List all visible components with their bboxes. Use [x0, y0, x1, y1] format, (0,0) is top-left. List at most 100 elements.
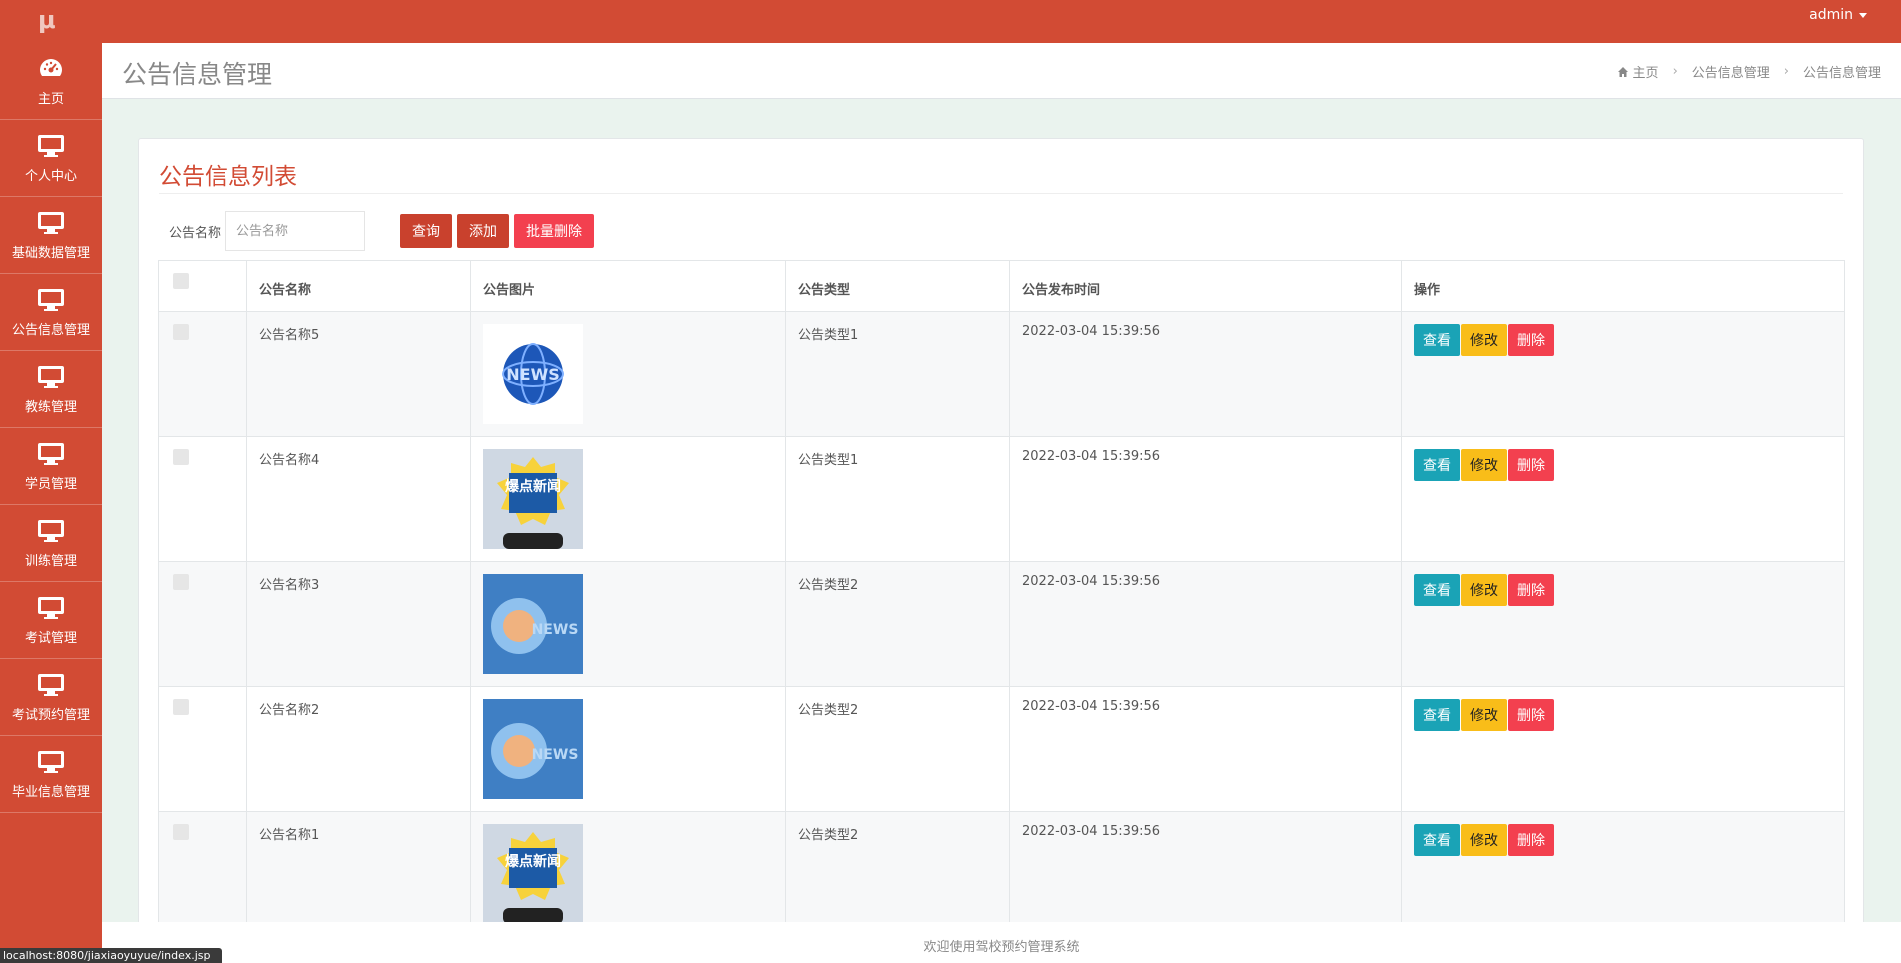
query-button[interactable]: 查询 — [400, 214, 453, 248]
sidebar-item-label: 考试预约管理 — [11, 707, 90, 723]
user-menu[interactable]: admin — [1809, 7, 1867, 23]
delete-button[interactable]: 删除 — [1508, 824, 1554, 856]
chevron-right-icon: › — [1783, 64, 1789, 79]
column-header: 公告图片 — [470, 260, 786, 312]
table-row: 公告名称2 NEWS 公告类型2 2022-03-04 15:39:56 查看 … — [158, 686, 1845, 812]
time-cell: 2022-03-04 15:39:56 — [1009, 561, 1402, 687]
sidebar-item-graduation[interactable]: 毕业信息管理 — [0, 736, 102, 813]
table-header-row: 公告名称 公告图片 公告类型 公告发布时间 操作 — [158, 260, 1845, 312]
sidebar-item-exam-booking[interactable]: 考试预约管理 — [0, 659, 102, 736]
add-button[interactable]: 添加 — [457, 214, 510, 248]
search-input[interactable] — [225, 211, 366, 251]
edit-button[interactable]: 修改 — [1461, 449, 1507, 481]
row-checkbox[interactable] — [173, 824, 189, 840]
announcement-table: 公告名称 公告图片 公告类型 公告发布时间 操作 公告名称5 NEWS 公告类型… — [158, 260, 1845, 937]
monitor-icon — [38, 519, 64, 542]
sidebar-item-label: 考试管理 — [24, 630, 77, 646]
image-text: NEWS — [532, 622, 579, 638]
chevron-right-icon: › — [1672, 64, 1678, 79]
select-cell — [158, 561, 247, 687]
search-bar: 公告名称 查询 添加 批量删除 — [169, 211, 595, 251]
sidebar-item-label: 基础数据管理 — [11, 245, 90, 261]
view-button[interactable]: 查看 — [1414, 574, 1460, 606]
monitor-icon — [38, 442, 64, 465]
sidebar-item-profile[interactable]: 个人中心 — [0, 120, 102, 197]
edit-button[interactable]: 修改 — [1461, 324, 1507, 356]
sidebar-item-label: 公告信息管理 — [11, 322, 90, 338]
edit-button[interactable]: 修改 — [1461, 824, 1507, 856]
monitor-icon — [38, 673, 64, 696]
image-text: 爆点新闻 — [505, 853, 561, 870]
select-cell — [158, 311, 247, 437]
caret-down-icon — [1859, 12, 1867, 18]
table-row: 公告名称3 NEWS 公告类型2 2022-03-04 15:39:56 查看 … — [158, 561, 1845, 687]
time-cell: 2022-03-04 15:39:56 — [1009, 686, 1402, 812]
time-cell: 2022-03-04 15:39:56 — [1009, 811, 1402, 937]
edit-button[interactable]: 修改 — [1461, 574, 1507, 606]
image-cell: NEWS — [470, 311, 786, 437]
view-button[interactable]: 查看 — [1414, 324, 1460, 356]
bulk-delete-button[interactable]: 批量删除 — [514, 214, 595, 248]
name-cell: 公告名称2 — [246, 686, 471, 812]
ops-cell: 查看 修改 删除 — [1401, 811, 1845, 937]
monitor-icon — [38, 134, 64, 157]
view-button[interactable]: 查看 — [1414, 824, 1460, 856]
image-text: 爆点新闻 — [505, 478, 561, 495]
divider — [159, 193, 1843, 194]
news-blue-image: NEWS — [483, 574, 583, 674]
breadcrumb-item[interactable]: 公告信息管理 — [1692, 62, 1770, 81]
sidebar-item-training[interactable]: 训练管理 — [0, 505, 102, 582]
sidebar-item-label: 教练管理 — [24, 399, 77, 415]
sidebar-item-label: 学员管理 — [24, 476, 77, 492]
search-label: 公告名称 — [169, 225, 222, 241]
ops-cell: 查看 修改 删除 — [1401, 686, 1845, 812]
select-all-checkbox[interactable] — [173, 273, 189, 289]
type-cell: 公告类型2 — [785, 811, 1010, 937]
select-cell — [158, 811, 247, 937]
image-cell: NEWS — [470, 686, 786, 812]
delete-button[interactable]: 删除 — [1508, 449, 1554, 481]
time-cell: 2022-03-04 15:39:56 — [1009, 311, 1402, 437]
sidebar-item-home[interactable]: 主页 — [0, 43, 102, 120]
image-cell: NEWS — [470, 561, 786, 687]
image-cell: 爆点新闻 — [470, 811, 786, 937]
edit-button[interactable]: 修改 — [1461, 699, 1507, 731]
type-cell: 公告类型2 — [785, 561, 1010, 687]
view-button[interactable]: 查看 — [1414, 699, 1460, 731]
type-cell: 公告类型1 — [785, 311, 1010, 437]
table-row: 公告名称4 爆点新闻 公告类型1 2022-03-04 15:39:56 查看 … — [158, 436, 1845, 562]
row-checkbox[interactable] — [173, 574, 189, 590]
logo: μ — [38, 6, 56, 34]
ops-cell: 查看 修改 删除 — [1401, 311, 1845, 437]
monitor-icon — [38, 365, 64, 388]
breadcrumb-current: 公告信息管理 — [1802, 66, 1881, 81]
dashboard-icon — [40, 58, 62, 76]
sidebar-item-label: 个人中心 — [24, 168, 77, 184]
row-checkbox[interactable] — [173, 324, 189, 340]
column-header: 公告类型 — [785, 260, 1010, 312]
monitor-icon — [38, 750, 64, 773]
monitor-icon — [38, 288, 64, 311]
delete-button[interactable]: 删除 — [1508, 699, 1554, 731]
view-button[interactable]: 查看 — [1414, 449, 1460, 481]
delete-button[interactable]: 删除 — [1508, 574, 1554, 606]
row-checkbox[interactable] — [173, 449, 189, 465]
sidebar-item-label: 训练管理 — [24, 553, 77, 569]
sidebar-item-coaches[interactable]: 教练管理 — [0, 351, 102, 428]
name-cell: 公告名称5 — [246, 311, 471, 437]
status-bar-url: localhost:8080/jiaxiaoyuyue/index.jsp — [0, 948, 222, 963]
header-select-cell — [158, 260, 247, 312]
sidebar-item-exams[interactable]: 考试管理 — [0, 582, 102, 659]
select-cell — [158, 436, 247, 562]
breadcrumb: 主页 › 公告信息管理 › 公告信息管理 — [1617, 62, 1881, 81]
sidebar-item-announcements[interactable]: 公告信息管理 — [0, 274, 102, 351]
column-header: 公告发布时间 — [1009, 260, 1402, 312]
delete-button[interactable]: 删除 — [1508, 324, 1554, 356]
sidebar-item-students[interactable]: 学员管理 — [0, 428, 102, 505]
column-header: 公告名称 — [246, 260, 471, 312]
breadcrumb-home[interactable]: 主页 — [1617, 62, 1659, 81]
breaking-news-image: 爆点新闻 — [483, 449, 583, 549]
sidebar-item-basic-data[interactable]: 基础数据管理 — [0, 197, 102, 274]
type-cell: 公告类型1 — [785, 436, 1010, 562]
row-checkbox[interactable] — [173, 699, 189, 715]
